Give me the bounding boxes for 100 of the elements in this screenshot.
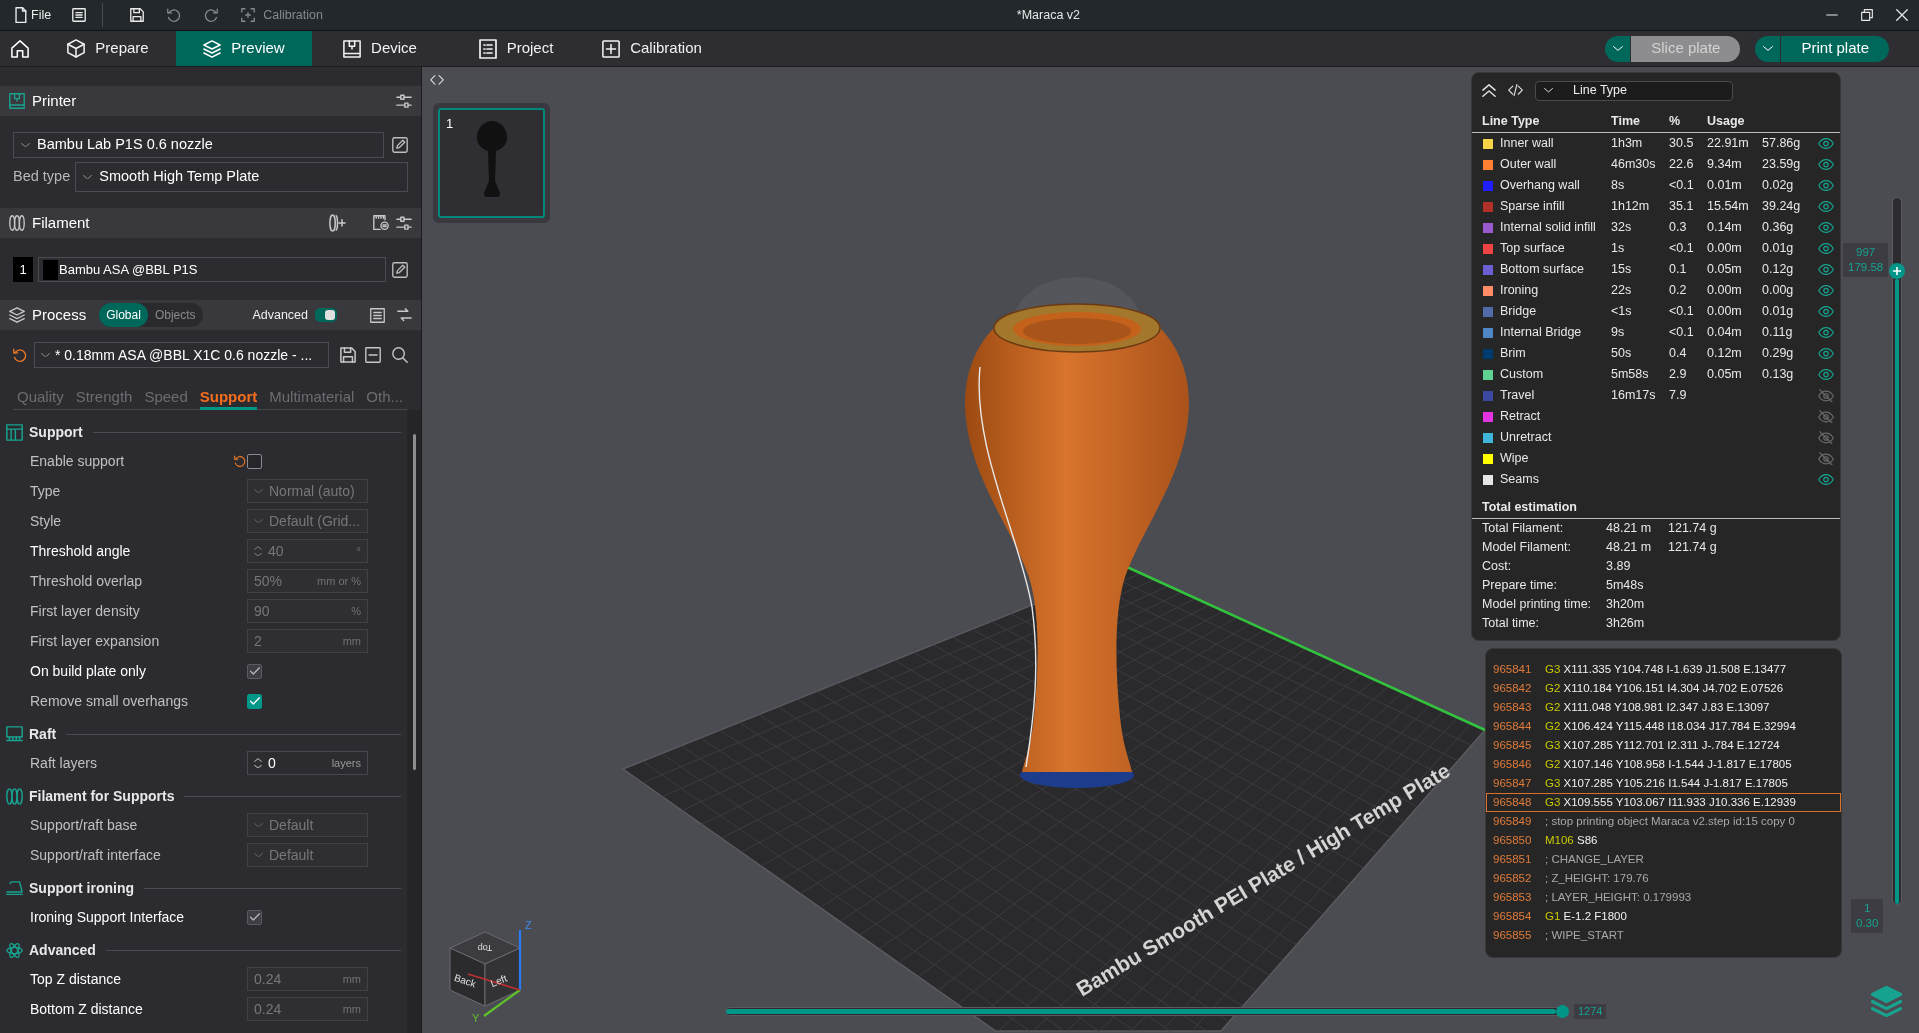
eye-off-icon[interactable]: [1818, 451, 1834, 466]
settings-tab[interactable]: Speed: [144, 385, 188, 410]
save-icon[interactable]: [340, 347, 356, 363]
stat-label: Model printing time:: [1482, 596, 1593, 614]
reset-icon[interactable]: [234, 454, 246, 468]
double-chevron-icon[interactable]: [1482, 83, 1496, 98]
setting-label: First layer density: [30, 601, 141, 621]
eye-icon[interactable]: [1818, 221, 1834, 234]
line-number: 965842: [1493, 680, 1533, 696]
settings-tab[interactable]: Oth...: [366, 385, 403, 410]
scope-tab[interactable]: Global: [99, 303, 148, 327]
spool-box-icon[interactable]: [373, 215, 389, 231]
edit-icon[interactable]: [392, 137, 408, 153]
slider-handle[interactable]: [1556, 1005, 1569, 1018]
caret-icon: [1612, 46, 1623, 51]
eye-icon[interactable]: [1818, 347, 1834, 360]
sliders-icon[interactable]: [396, 215, 412, 231]
chevrons-icon[interactable]: [430, 75, 444, 85]
legend-value: 22.91m: [1707, 135, 1750, 153]
legend-value: 0.05m: [1707, 261, 1743, 279]
scrollbar[interactable]: [413, 434, 416, 770]
advanced-toggle[interactable]: [315, 308, 337, 322]
legend-value: 1h12m: [1611, 198, 1651, 216]
unit-label: mm: [342, 1001, 361, 1017]
nav-tab[interactable]: Prepare: [40, 31, 176, 66]
home-icon[interactable]: [11, 39, 29, 58]
legend-label: Bottom surface: [1500, 261, 1586, 279]
slider-reading: 1274: [1574, 1004, 1607, 1019]
eye-icon[interactable]: [1818, 263, 1834, 276]
search-icon[interactable]: [392, 347, 408, 363]
layers-icon[interactable]: [1871, 986, 1902, 1017]
eye-icon[interactable]: [1818, 326, 1834, 339]
eye-icon[interactable]: [1818, 473, 1834, 486]
cube-face-label: Left: [488, 972, 509, 989]
legend-label: Custom: [1500, 366, 1545, 384]
nav-tab[interactable]: Preview: [176, 31, 312, 66]
filament-dropdown[interactable]: Bambu ASA @BBL P1S: [38, 257, 386, 282]
check-icon: [249, 697, 260, 705]
eye-icon[interactable]: [1818, 242, 1834, 255]
scope-tab[interactable]: Objects: [147, 303, 203, 327]
restore-icon[interactable]: [1861, 9, 1873, 21]
nav-tab[interactable]: Calibration: [584, 31, 720, 66]
sliders-icon[interactable]: [396, 93, 412, 109]
settings-tab[interactable]: Support: [199, 385, 258, 410]
bed-type-dropdown[interactable]: Smooth High Temp Plate: [75, 162, 408, 192]
legend-value: 0.12g: [1762, 261, 1795, 279]
action-button[interactable]: Print plate: [1781, 35, 1889, 62]
gcode-text: ; WIPE_START: [1545, 927, 1624, 943]
stat-label: Total time:: [1482, 615, 1540, 633]
vase-model[interactable]: [965, 277, 1189, 788]
process-preset-dropdown[interactable]: * 0.18mm ASA @BBL X1C 0.6 nozzle - ...: [33, 342, 329, 368]
printer-dropdown[interactable]: Bambu Lab P1S 0.6 nozzle: [13, 132, 384, 158]
add-spool-icon[interactable]: [329, 214, 346, 232]
spin-field[interactable]: 0 layers: [247, 751, 368, 775]
eye-icon[interactable]: [1818, 137, 1834, 150]
settings-tab[interactable]: Quality: [17, 385, 64, 410]
checkbox[interactable]: [247, 693, 262, 709]
legend-label: Overhang wall: [1500, 177, 1581, 195]
layer-slider[interactable]: [1892, 197, 1902, 905]
minus-icon[interactable]: [365, 347, 381, 363]
edit-icon[interactable]: [392, 261, 408, 278]
eye-icon[interactable]: [1818, 368, 1834, 381]
eye-icon[interactable]: [1818, 284, 1834, 297]
legend-value: 15s: [1611, 261, 1633, 279]
reset-icon[interactable]: [13, 347, 27, 363]
plate-thumbnail[interactable]: 1: [438, 108, 545, 218]
cube-face-label: Top: [477, 943, 493, 953]
settings-tab[interactable]: Multimaterial: [269, 385, 355, 410]
file-menu[interactable]: File: [14, 5, 52, 25]
checkbox[interactable]: [247, 453, 262, 469]
stat-value: 121.74 g: [1668, 539, 1717, 557]
list-icon[interactable]: [370, 307, 385, 323]
slider-handle[interactable]: [1889, 263, 1905, 280]
check-icon: [249, 913, 260, 921]
caret-icon: [1544, 88, 1553, 93]
unit-label: mm or %: [317, 573, 361, 589]
eye-off-icon[interactable]: [1818, 430, 1834, 445]
dropdown-toggle[interactable]: [1605, 35, 1631, 62]
eye-icon[interactable]: [1818, 305, 1834, 318]
nav-tab[interactable]: Project: [448, 31, 584, 66]
eye-off-icon[interactable]: [1818, 388, 1834, 403]
dropdown-toggle[interactable]: [1755, 35, 1781, 62]
view-cube[interactable]: [449, 931, 521, 1007]
menu-icon[interactable]: [72, 8, 87, 22]
view-type-dropdown[interactable]: Line Type: [1535, 80, 1733, 101]
move-slider[interactable]: [725, 1007, 1570, 1016]
eye-off-icon[interactable]: [1818, 409, 1834, 424]
eye-icon[interactable]: [1818, 179, 1834, 192]
eye-icon[interactable]: [1818, 200, 1834, 213]
atom-icon: [6, 941, 23, 959]
nav-tab[interactable]: Device: [312, 31, 448, 66]
eye-icon[interactable]: [1818, 158, 1834, 171]
code-icon[interactable]: [1508, 84, 1523, 97]
gcode-text: ; LAYER_HEIGHT: 0.179993: [1545, 889, 1692, 905]
close-icon[interactable]: [1896, 9, 1908, 21]
legend-value: 22s: [1611, 282, 1633, 300]
legend-value: 0.2: [1669, 282, 1688, 300]
swap-arrows-icon[interactable]: [397, 308, 412, 322]
settings-tab[interactable]: Strength: [75, 385, 133, 410]
legend-value: 0.02g: [1762, 177, 1795, 195]
